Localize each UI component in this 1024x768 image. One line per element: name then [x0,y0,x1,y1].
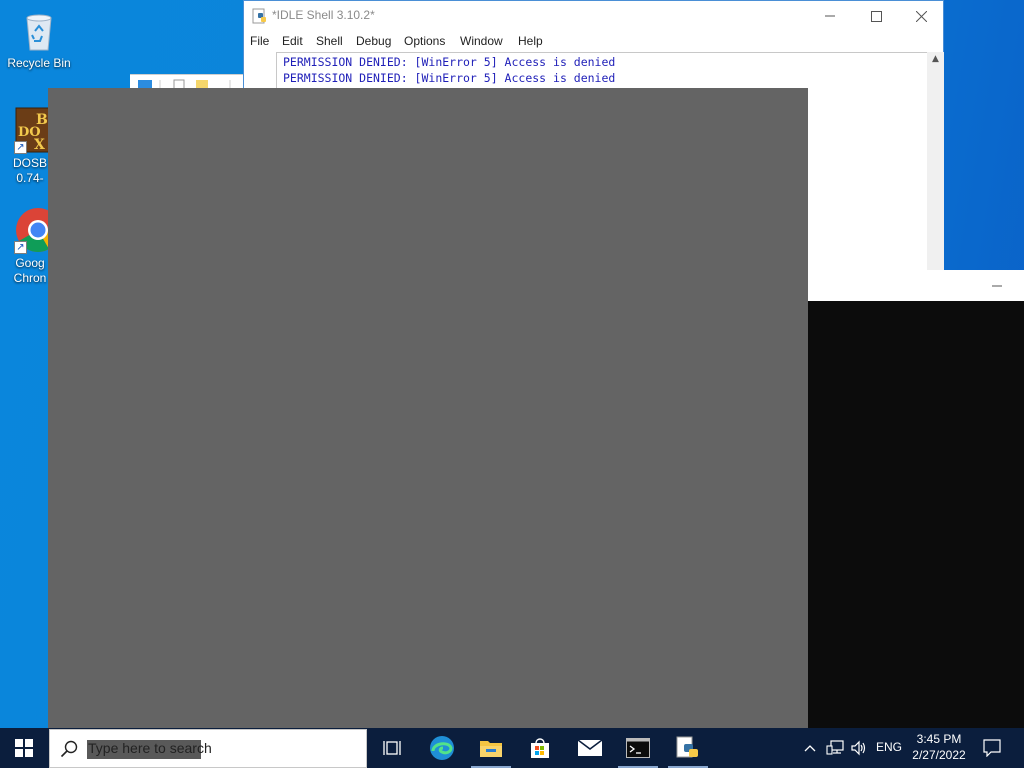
menu-debug[interactable]: Debug [356,34,391,48]
volume-button[interactable] [847,728,871,768]
maximize-button[interactable] [853,1,899,31]
volume-icon [851,740,866,756]
close-icon [915,10,927,22]
search-placeholder: Type here to search [88,740,212,756]
menu-bar: File Edit Shell Debug Options Window Hel… [244,31,943,53]
console-titlebar[interactable] [808,270,1024,301]
minimize-button[interactable] [974,270,1020,301]
gray-overlay-panel [48,88,808,728]
taskbar-search-box[interactable]: Type here to search [49,729,367,768]
desktop-icon-recycle-bin[interactable]: Recycle Bin [1,6,77,71]
console-window[interactable] [808,270,1024,728]
task-view-button[interactable] [368,728,416,768]
taskbar: Type here to search ENG 3:45 PM 2/27/202… [0,728,1024,768]
clock-date: 2/27/2022 [912,748,966,762]
minimize-button[interactable] [807,1,853,31]
show-hidden-icons-button[interactable] [798,728,822,768]
menu-shell[interactable]: Shell [316,34,343,48]
menu-window[interactable]: Window [460,34,503,48]
output-line: PERMISSION DENIED: [WinError 5] Access i… [283,55,616,69]
minimize-icon [825,15,835,17]
clock[interactable]: 3:45 PM 2/27/2022 [906,731,972,767]
taskbar-file-explorer-button[interactable] [467,728,515,768]
scroll-up-arrow-icon[interactable]: ▲ [927,54,944,68]
search-icon [60,740,78,762]
mail-icon [577,739,603,756]
clock-time: 3:45 PM [916,732,962,746]
network-button[interactable] [823,728,847,768]
shortcut-arrow-icon: ↗ [14,141,27,154]
minimize-icon [992,285,1002,286]
task-view-icon [383,741,401,755]
taskbar-terminal-button[interactable] [614,728,662,768]
taskbar-store-button[interactable] [516,728,564,768]
edge-icon [430,736,454,760]
svg-text:X: X [34,137,45,153]
menu-help[interactable]: Help [518,34,543,48]
close-button[interactable] [898,1,944,31]
terminal-icon [626,738,650,758]
vertical-scrollbar[interactable]: ▲ [927,52,944,272]
taskbar-edge-button[interactable] [418,728,466,768]
shortcut-arrow-icon: ↗ [14,241,27,254]
chevron-up-icon [804,745,816,752]
window-title: *IDLE Shell 3.10.2* [272,8,375,22]
notification-icon [983,739,1001,757]
maximize-icon [870,10,882,22]
desktop-icon-label: Recycle Bin [7,56,71,70]
taskbar-python-idle-button[interactable] [664,728,712,768]
python-idle-icon [252,8,268,28]
file-explorer-window[interactable] [130,74,244,91]
window-titlebar[interactable]: *IDLE Shell 3.10.2* [244,1,943,31]
network-icon [826,740,844,755]
recycle-bin-icon [15,6,63,54]
python-idle-icon [676,736,698,758]
store-icon [531,738,549,758]
file-explorer-icon [480,741,502,757]
windows-start-icon [15,739,33,757]
menu-file[interactable]: File [250,34,269,48]
menu-options[interactable]: Options [404,34,445,48]
taskbar-mail-button[interactable] [566,728,614,768]
start-button[interactable] [0,728,48,768]
action-center-button[interactable] [976,728,1008,768]
menu-edit[interactable]: Edit [282,34,303,48]
output-line: PERMISSION DENIED: [WinError 5] Access i… [283,71,616,85]
input-language-indicator[interactable]: ENG [876,740,902,754]
